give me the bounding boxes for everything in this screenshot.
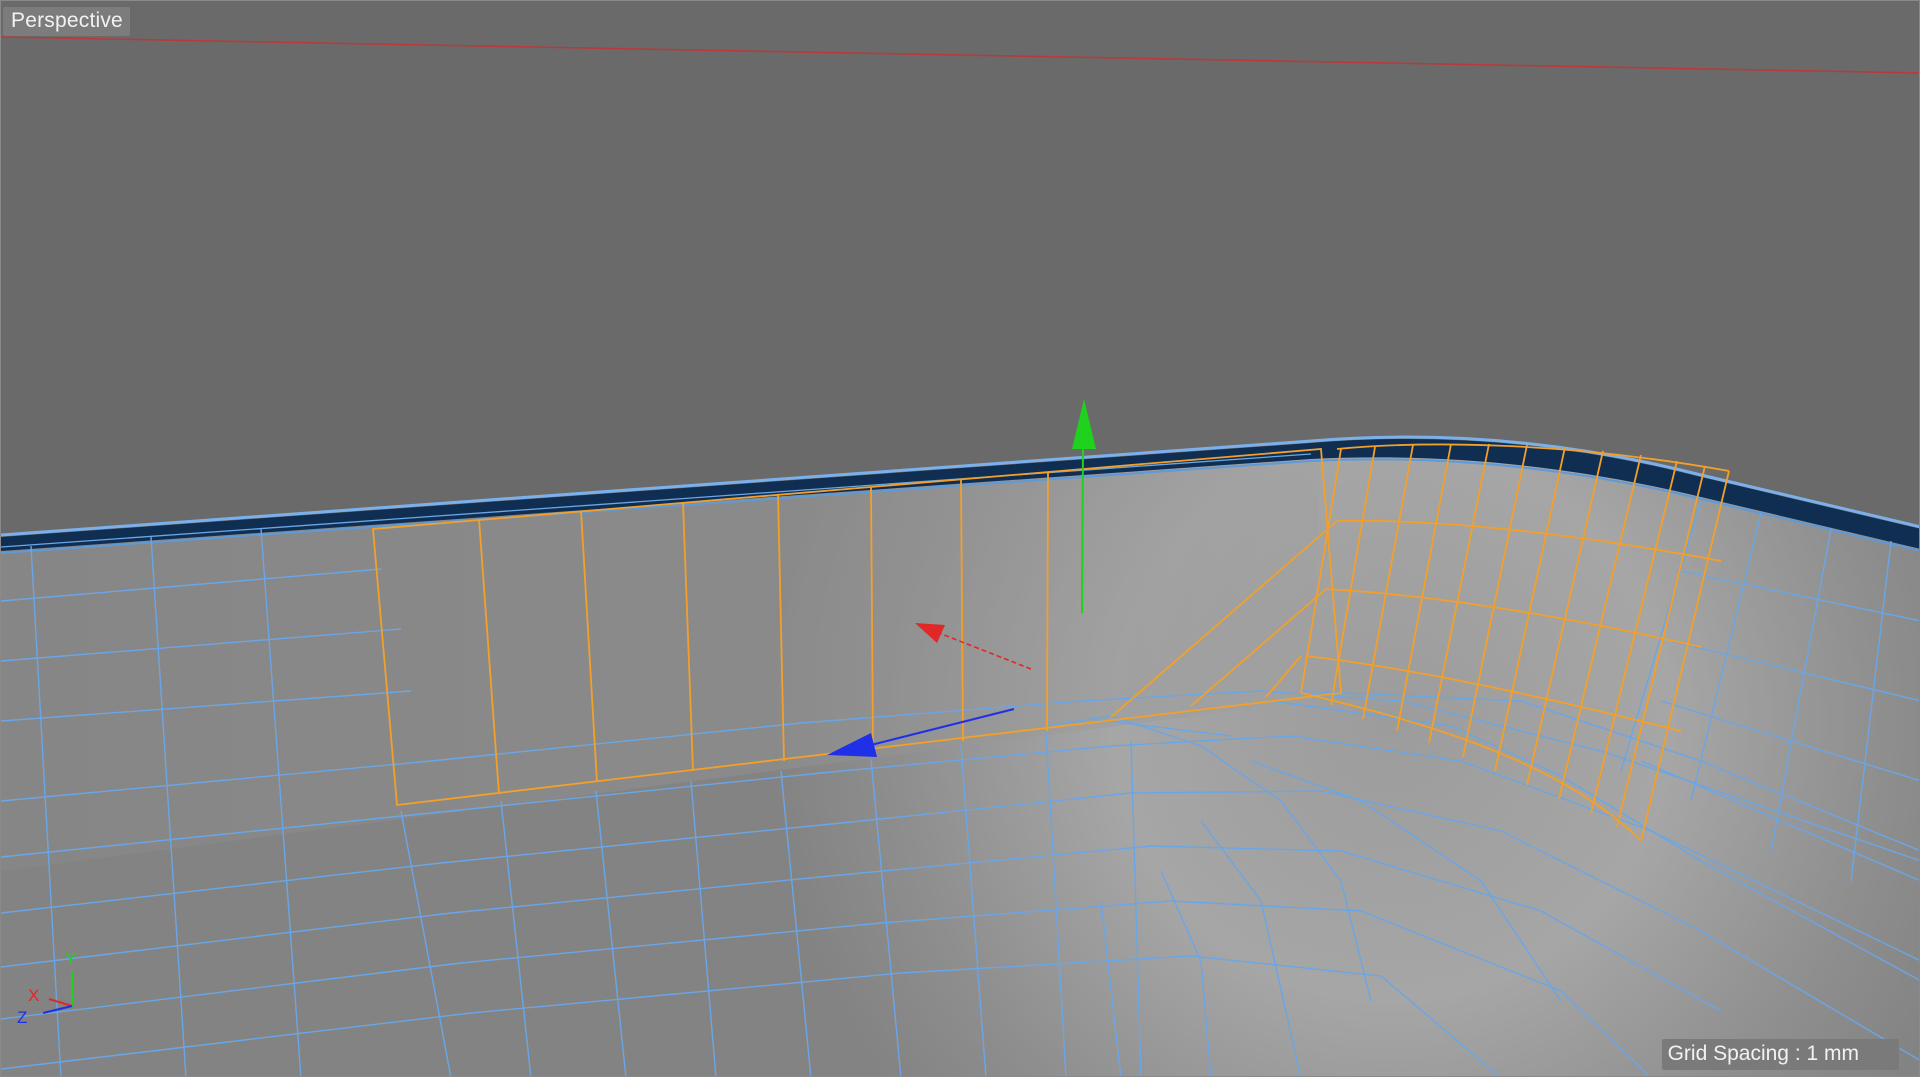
axis-triad-z-label: Z <box>17 1008 27 1027</box>
grid-spacing-label: Grid Spacing : 1 mm <box>1661 1039 1899 1070</box>
axis-triad-x-label: X <box>28 986 39 1005</box>
gizmo-y-axis[interactable] <box>1081 440 1084 614</box>
3d-viewport[interactable]: Y X Z Perspective Grid Spacing : 1 mm <box>0 0 1920 1077</box>
viewport-scene[interactable]: Y X Z <box>1 1 1920 1077</box>
viewport-name-label[interactable]: Perspective <box>3 7 130 36</box>
axis-triad-y-label: Y <box>65 949 76 968</box>
